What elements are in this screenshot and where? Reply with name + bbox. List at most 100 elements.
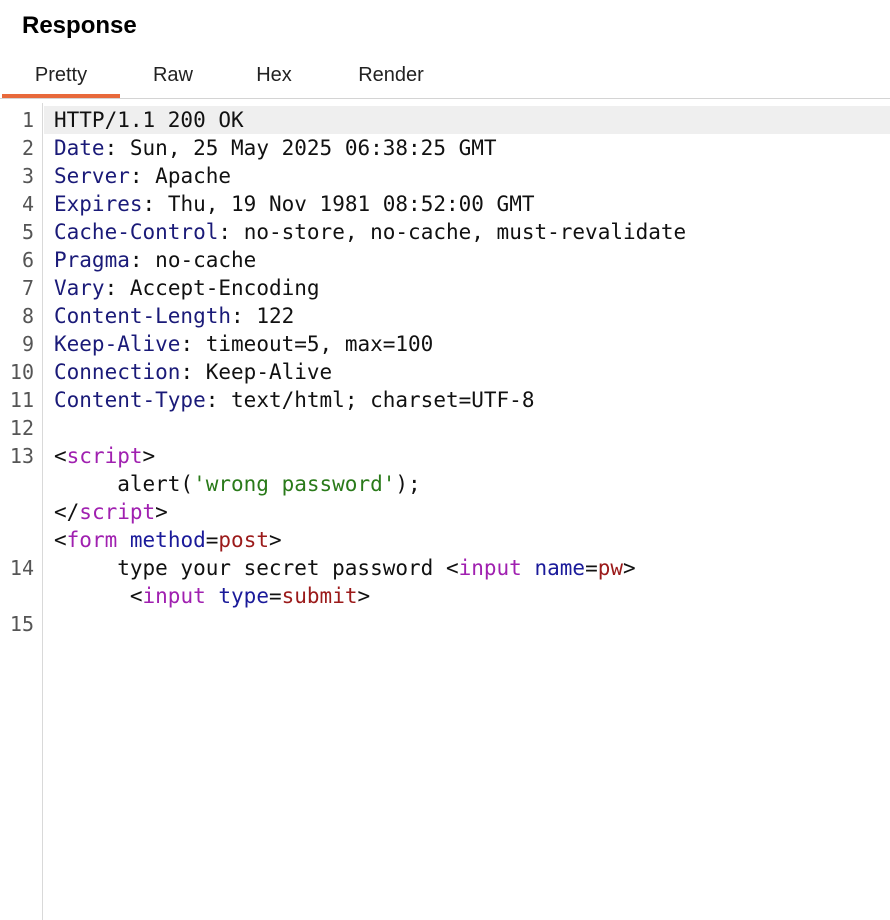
attr-name: method bbox=[129, 528, 206, 552]
prompt-text: type your secret password bbox=[117, 556, 446, 580]
punct: < bbox=[54, 528, 67, 552]
header-value: text/html; charset=UTF-8 bbox=[231, 388, 535, 412]
punct: = bbox=[205, 528, 219, 552]
line-number: 5 bbox=[21, 220, 34, 244]
status-line: HTTP/1.1 200 OK bbox=[44, 106, 890, 134]
punct: < bbox=[445, 556, 459, 580]
punct: </ bbox=[54, 500, 80, 524]
tag-name: script bbox=[79, 500, 156, 524]
tab-render[interactable]: Render bbox=[336, 56, 446, 94]
punct: > bbox=[357, 584, 371, 608]
punct: > bbox=[155, 500, 168, 524]
header-name: Connection bbox=[54, 360, 181, 384]
header-line: Content-Length: 122 bbox=[44, 302, 890, 330]
header-line: Expires: Thu, 19 Nov 1981 08:52:00 GMT bbox=[44, 190, 890, 218]
attr-value: post bbox=[218, 528, 269, 552]
line-number: 9 bbox=[21, 332, 34, 356]
header-value: timeout=5, max=100 bbox=[205, 332, 434, 356]
code-line: 9 Keep-Alive: timeout=5, max=100 bbox=[0, 330, 890, 358]
header-value: Accept-Encoding bbox=[129, 276, 320, 300]
header-name: Cache-Control bbox=[54, 220, 219, 244]
line-number: 15 bbox=[9, 612, 34, 636]
punct: > bbox=[623, 556, 636, 580]
header-separator: : bbox=[180, 332, 194, 356]
header-line: Connection: Keep-Alive bbox=[44, 358, 890, 386]
line-number: 14 bbox=[9, 556, 34, 580]
header-value: 122 bbox=[256, 304, 295, 328]
code-line: 8 Content-Length: 122 bbox=[0, 302, 890, 330]
code-line: 1 HTTP/1.1 200 OK bbox=[0, 106, 890, 134]
line-number: 6 bbox=[21, 248, 34, 272]
line-number: 11 bbox=[9, 388, 34, 412]
punct: > bbox=[142, 444, 156, 468]
line-number: 10 bbox=[9, 360, 34, 384]
form-open: <form method=post> bbox=[44, 526, 890, 554]
code-line: 6 Pragma: no-cache bbox=[0, 246, 890, 274]
header-name: Vary bbox=[54, 276, 105, 300]
tag-name: form bbox=[66, 528, 118, 552]
response-editor[interactable]: 1 HTTP/1.1 200 OK 2 Date: Sun, 25 May 20… bbox=[0, 103, 890, 920]
tab-pretty[interactable]: Pretty bbox=[2, 56, 120, 98]
punct: = bbox=[585, 556, 598, 580]
header-separator: : bbox=[129, 164, 143, 188]
tab-hex[interactable]: Hex bbox=[234, 56, 314, 94]
js-call: alert( bbox=[117, 472, 194, 496]
header-name: Content-Type bbox=[54, 388, 206, 412]
header-name: Pragma bbox=[54, 248, 130, 272]
view-tabs: Pretty Raw Hex Render bbox=[0, 56, 890, 99]
header-separator: : bbox=[104, 276, 118, 300]
code-line: 10 Connection: Keep-Alive bbox=[0, 358, 890, 386]
header-value: no-store, no-cache, must-revalidate bbox=[243, 220, 687, 244]
header-line: Server: Apache bbox=[44, 162, 890, 190]
submit-input: <input type=submit> bbox=[44, 582, 890, 610]
code-line: 7 Vary: Accept-Encoding bbox=[0, 274, 890, 302]
line-number: 1 bbox=[21, 108, 34, 132]
script-close: </script> bbox=[44, 498, 890, 526]
code-line: 13 <script> bbox=[0, 442, 890, 470]
header-name: Keep-Alive bbox=[54, 332, 181, 356]
line-number: 12 bbox=[9, 416, 34, 440]
js-string: 'wrong password' bbox=[193, 472, 396, 496]
punct: > bbox=[268, 528, 282, 552]
header-value: Keep-Alive bbox=[205, 360, 333, 384]
header-line: Pragma: no-cache bbox=[44, 246, 890, 274]
header-separator: : bbox=[205, 388, 219, 412]
js-call-end: ); bbox=[395, 472, 421, 496]
punct: = bbox=[268, 584, 282, 608]
tag-name: input bbox=[458, 556, 522, 580]
line-number: 7 bbox=[21, 276, 34, 300]
tag-name: script bbox=[66, 444, 143, 468]
header-name: Content-Length bbox=[54, 304, 232, 328]
header-separator: : bbox=[129, 248, 143, 272]
header-name: Date bbox=[54, 136, 105, 160]
code-line: 14 type your secret password <input name… bbox=[0, 554, 890, 582]
code-line-wrap: <input type=submit> bbox=[0, 582, 890, 610]
panel-title: Response bbox=[22, 12, 137, 39]
code-line: 4 Expires: Thu, 19 Nov 1981 08:52:00 GMT bbox=[0, 190, 890, 218]
script-open: <script> bbox=[44, 442, 890, 470]
attr-value: submit bbox=[281, 584, 358, 608]
header-separator: : bbox=[104, 136, 118, 160]
header-value: no-cache bbox=[155, 248, 257, 272]
header-line: Content-Type: text/html; charset=UTF-8 bbox=[44, 386, 890, 414]
punct: < bbox=[129, 584, 143, 608]
tab-raw[interactable]: Raw bbox=[130, 56, 216, 94]
header-separator: : bbox=[218, 220, 232, 244]
header-line: Vary: Accept-Encoding bbox=[44, 274, 890, 302]
attr-name: name bbox=[534, 556, 586, 580]
code-line-wrap: alert('wrong password'); bbox=[0, 470, 890, 498]
code-line: 12 bbox=[0, 414, 890, 442]
code-line-wrap: <form method=post> bbox=[0, 526, 890, 554]
header-name: Expires bbox=[54, 192, 143, 216]
attr-name: type bbox=[218, 584, 269, 608]
header-name: Server bbox=[54, 164, 130, 188]
header-line: Date: Sun, 25 May 2025 06:38:25 GMT bbox=[44, 134, 890, 162]
header-separator: : bbox=[142, 192, 156, 216]
line-number: 13 bbox=[9, 444, 34, 468]
header-separator: : bbox=[180, 360, 194, 384]
tag-name: input bbox=[142, 584, 206, 608]
code-line: 15 bbox=[0, 610, 890, 638]
header-value: Apache bbox=[155, 164, 232, 188]
code-line: 5 Cache-Control: no-store, no-cache, mus… bbox=[0, 218, 890, 246]
attr-value: pw bbox=[597, 556, 624, 580]
